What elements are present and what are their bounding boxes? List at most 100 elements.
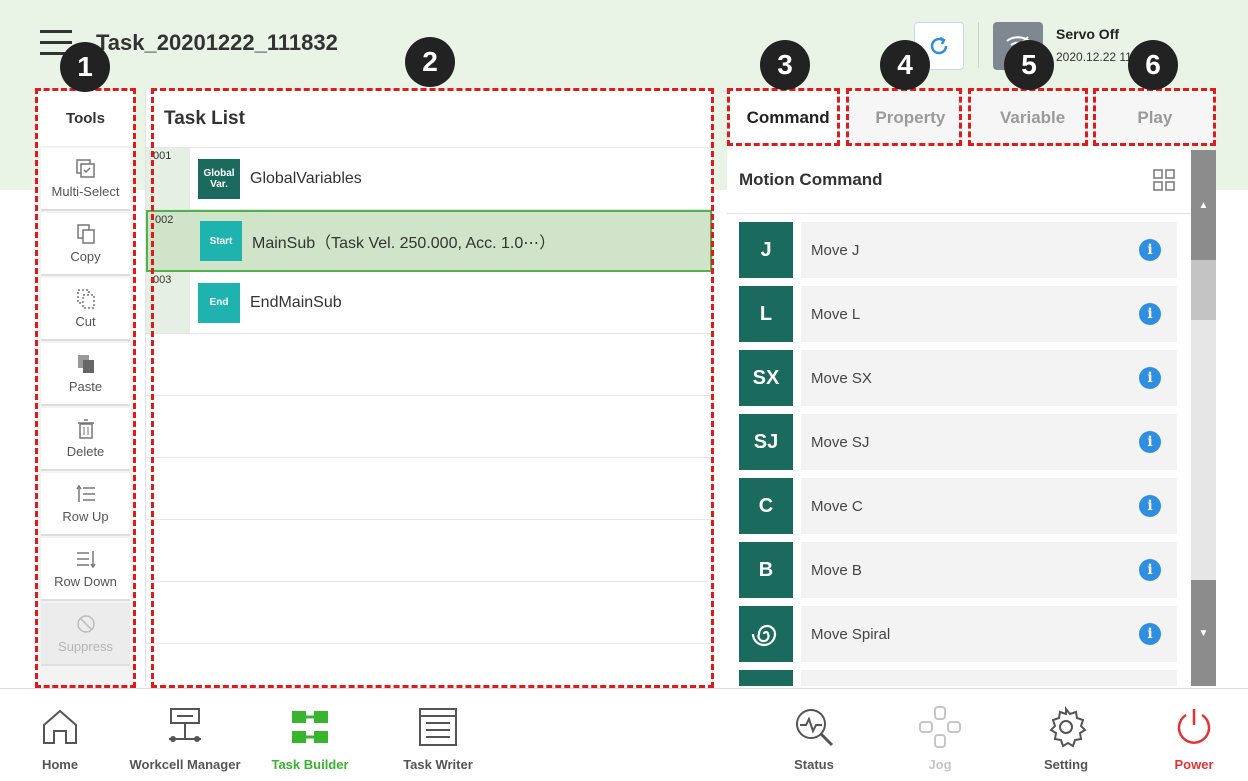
command-move-c[interactable]: C Move C i (739, 478, 1177, 534)
copy-button[interactable]: Copy (41, 213, 130, 276)
row-label: EndMainSub (250, 293, 342, 311)
command-move-sx[interactable]: SX Move SX i (739, 350, 1177, 406)
row-number: 003 (153, 274, 172, 286)
section-title: Motion Command (739, 169, 883, 189)
paste-icon (77, 355, 94, 373)
nav-power[interactable]: Power (1156, 689, 1232, 781)
nav-status[interactable]: Status (776, 689, 852, 781)
row-down-icon (76, 551, 96, 569)
tool-label: Copy (70, 249, 101, 264)
tab-play[interactable]: Play (1093, 90, 1216, 146)
tab-variable[interactable]: Variable (971, 90, 1094, 146)
command-label: Move C (811, 497, 863, 515)
task-row-selected[interactable]: 002 Start MainSub（Task Vel. 250.000, Acc… (146, 210, 712, 272)
nav-label: Task Writer (403, 757, 473, 772)
move-c-icon: C (739, 478, 793, 534)
task-title: Task_20201222_111832 (96, 30, 338, 55)
empty-row (146, 458, 712, 520)
command-move-j[interactable]: J Move J i (739, 222, 1177, 278)
nav-label: Jog (928, 757, 952, 772)
grid-view-icon[interactable] (1153, 168, 1175, 191)
start-chip: Start (200, 221, 242, 261)
tool-label: Cut (75, 314, 96, 329)
tools-title: Tools (37, 90, 134, 146)
gear-icon (1049, 706, 1087, 748)
tab-property[interactable]: Property (849, 90, 972, 146)
command-label: Move J (811, 241, 860, 259)
copy-icon (76, 224, 95, 244)
delete-button[interactable]: Delete (41, 408, 130, 471)
scroll-up-arrow-icon[interactable]: ▲ (1191, 150, 1216, 260)
spiral-icon (739, 606, 793, 662)
command-move-b[interactable]: B Move B i (739, 542, 1177, 598)
task-list-title: Task List (146, 90, 712, 148)
nav-jog[interactable]: Jog (902, 689, 978, 781)
status-icon (796, 709, 834, 747)
right-panel-tabs: Command Property Variable Play (727, 90, 1216, 146)
move-l-icon: L (739, 286, 793, 342)
empty-row (146, 520, 712, 582)
command-label: Move B (811, 561, 862, 579)
scroll-down-arrow-icon[interactable]: ▼ (1191, 580, 1216, 686)
workcell-icon (169, 708, 201, 742)
servo-status: Servo Off (1056, 26, 1120, 42)
tool-label: Paste (68, 379, 103, 394)
scroll-thumb[interactable] (1191, 260, 1216, 320)
info-icon[interactable]: i (1139, 239, 1161, 261)
cut-button[interactable]: Cut (41, 278, 130, 341)
nav-task-writer[interactable]: Task Writer (390, 689, 486, 781)
nav-label: Home (41, 757, 79, 772)
tool-label: Row Down (54, 574, 117, 589)
tool-label: Multi-Select (51, 184, 120, 199)
cut-icon (76, 289, 95, 309)
nav-task-builder[interactable]: Task Builder (262, 689, 358, 781)
nav-workcell-manager[interactable]: Workcell Manager (120, 689, 250, 781)
trash-icon (77, 419, 94, 439)
command-move-sj[interactable]: SJ Move SJ i (739, 414, 1177, 470)
empty-row (146, 396, 712, 458)
info-icon[interactable]: i (1139, 303, 1161, 325)
nav-label: Status (794, 757, 834, 772)
command-move-l[interactable]: L Move L i (739, 286, 1177, 342)
nav-label: Setting (1043, 757, 1089, 772)
info-icon[interactable]: i (1139, 367, 1161, 389)
tool-label: Delete (66, 444, 105, 459)
info-icon[interactable]: i (1139, 431, 1161, 453)
home-icon (43, 709, 77, 744)
command-partial-next[interactable] (739, 670, 1177, 686)
partial-command-icon (739, 670, 793, 686)
callout-badge-3: 3 (760, 40, 810, 90)
multi-select-icon (75, 159, 95, 178)
row-up-button[interactable]: Row Up (41, 473, 130, 536)
row-down-button[interactable]: Row Down (41, 538, 130, 601)
task-row[interactable]: 003 End EndMainSub (146, 272, 712, 334)
command-label: Move SJ (811, 433, 870, 451)
command-label: Move Spiral (811, 625, 891, 643)
info-icon[interactable]: i (1139, 559, 1161, 581)
tool-label: Row Up (62, 509, 109, 524)
tab-command[interactable]: Command (727, 90, 850, 146)
row-number: 002 (155, 214, 174, 226)
multi-select-button[interactable]: Multi-Select (41, 148, 130, 211)
nav-label: Power (1174, 757, 1214, 772)
callout-badge-6: 6 (1128, 40, 1178, 90)
nav-setting[interactable]: Setting (1028, 689, 1104, 781)
suppress-button[interactable]: Suppress (41, 603, 130, 666)
command-label: Move SX (811, 369, 872, 387)
move-b-icon: B (739, 542, 793, 598)
task-row[interactable]: 001 Global Var. GlobalVariables (146, 148, 712, 210)
empty-row (146, 582, 712, 644)
row-label: MainSub（Task Vel. 250.000, Acc. 1.0⋯） (252, 235, 556, 252)
row-number: 001 (153, 150, 172, 162)
callout-badge-1: 1 (60, 42, 110, 92)
command-scrollbar[interactable]: ▲ ▼ (1191, 150, 1216, 686)
move-sx-icon: SX (739, 350, 793, 406)
empty-row (146, 334, 712, 396)
info-icon[interactable]: i (1139, 495, 1161, 517)
info-icon[interactable]: i (1139, 623, 1161, 645)
nav-home[interactable]: Home (22, 689, 98, 781)
command-move-spiral[interactable]: Move Spiral i (739, 606, 1177, 662)
nav-label: Workcell Manager (129, 757, 241, 772)
paste-button[interactable]: Paste (41, 343, 130, 406)
suppress-icon (76, 615, 95, 633)
